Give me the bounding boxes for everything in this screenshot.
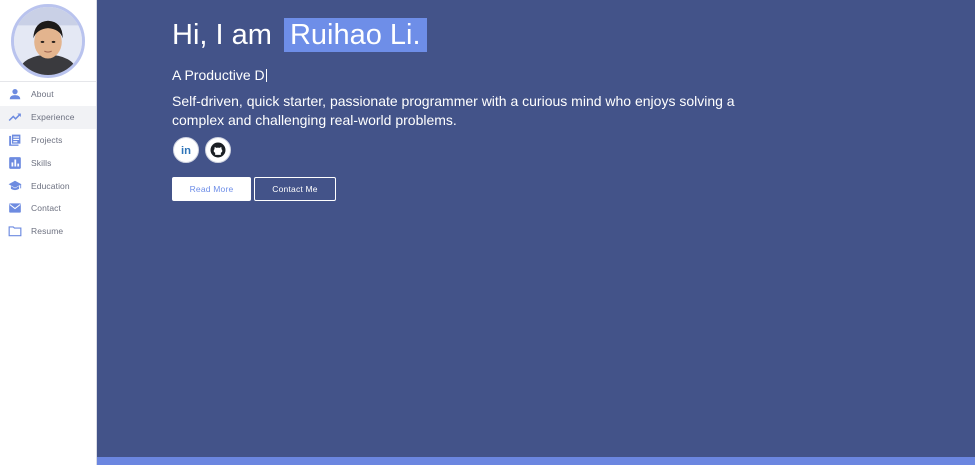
hero-heading: Hi, I am Ruihao Li. xyxy=(172,16,427,54)
sidebar-item-label: Skills xyxy=(31,157,52,168)
sidebar-nav: About Experience Projects Skills Educati… xyxy=(0,83,96,243)
sidebar-item-label: Education xyxy=(31,180,70,191)
linkedin-link[interactable]: in xyxy=(173,137,199,163)
sidebar-item-resume[interactable]: Resume xyxy=(0,220,96,243)
svg-text:in: in xyxy=(181,145,191,157)
sidebar-item-label: About xyxy=(31,89,54,100)
github-icon xyxy=(210,142,226,158)
hero-name: Ruihao Li. xyxy=(283,18,427,52)
hero-section: Hi, I am Ruihao Li. A Productive D Self-… xyxy=(97,0,975,465)
sidebar-item-about[interactable]: About xyxy=(0,83,96,106)
typed-tagline: A Productive D xyxy=(172,67,267,83)
sidebar-item-label: Contact xyxy=(31,203,61,214)
sidebar: About Experience Projects Skills Educati… xyxy=(0,0,97,465)
contact-me-button[interactable]: Contact Me xyxy=(254,177,336,201)
sidebar-item-projects[interactable]: Projects xyxy=(0,129,96,152)
folder-icon xyxy=(8,224,22,238)
hero-buttons: Read More Contact Me xyxy=(172,177,336,201)
graduation-cap-icon xyxy=(8,179,22,193)
sidebar-item-label: Projects xyxy=(31,134,63,145)
github-link[interactable] xyxy=(205,137,231,163)
hero-description: Self-driven, quick starter, passionate p… xyxy=(172,93,735,128)
typed-text: A Productive D xyxy=(172,67,265,83)
bar-chart-icon xyxy=(8,156,22,170)
sidebar-divider xyxy=(0,81,96,82)
typing-caret xyxy=(265,69,267,82)
sidebar-item-contact[interactable]: Contact xyxy=(0,197,96,220)
greeting-text: Hi, I am xyxy=(172,19,272,51)
mail-icon xyxy=(8,201,22,215)
sidebar-item-education[interactable]: Education xyxy=(0,174,96,197)
avatar xyxy=(11,4,85,78)
sidebar-item-experience[interactable]: Experience xyxy=(0,105,96,129)
read-more-button[interactable]: Read More xyxy=(172,177,251,201)
linkedin-icon: in xyxy=(181,145,191,157)
social-links: in xyxy=(173,137,231,163)
projects-icon xyxy=(8,133,22,147)
person-icon xyxy=(8,87,22,101)
bottom-accent-bar xyxy=(97,457,975,465)
sidebar-item-skills[interactable]: Skills xyxy=(0,151,96,174)
sidebar-item-label: Resume xyxy=(31,226,64,237)
trending-up-icon xyxy=(8,110,22,124)
avatar-image xyxy=(14,7,82,75)
sidebar-item-label: Experience xyxy=(31,112,75,123)
